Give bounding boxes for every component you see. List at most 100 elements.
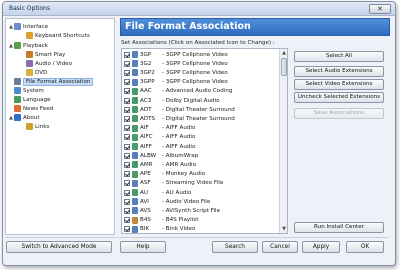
list-item[interactable]: AVS - AVISynth Script File: [122, 206, 280, 215]
select-audio-extensions-button[interactable]: Select Audio Extensions: [294, 66, 384, 77]
association-checkbox[interactable]: [124, 115, 130, 122]
list-item[interactable]: 3GPP - 3GPP Cellphone Video: [122, 78, 280, 87]
scroll-up-icon[interactable]: ▲: [280, 49, 287, 57]
tree-item-system[interactable]: System: [8, 86, 44, 95]
file-type-icon[interactable]: [132, 51, 138, 59]
close-button[interactable]: ✕: [369, 4, 391, 14]
association-checkbox[interactable]: [124, 198, 130, 205]
list-item[interactable]: AC3 - Dolby Digital Audio: [122, 96, 280, 105]
association-checkbox[interactable]: [124, 125, 130, 132]
association-checkbox[interactable]: [124, 171, 130, 178]
file-type-icon[interactable]: [132, 133, 138, 141]
list-item[interactable]: AIFC - AIFF Audio: [122, 133, 280, 142]
association-checkbox[interactable]: [124, 51, 130, 58]
association-checkbox[interactable]: [124, 60, 130, 67]
save-associations-button[interactable]: Save Associations: [294, 108, 384, 119]
association-checkbox[interactable]: [124, 207, 130, 214]
list-item[interactable]: AVI - Audio Video File: [122, 197, 280, 206]
file-type-icon[interactable]: [132, 115, 138, 123]
news-feed-icon: [14, 105, 21, 112]
file-type-icon[interactable]: [132, 198, 138, 206]
select-all-button[interactable]: Select All: [294, 51, 384, 62]
association-checkbox[interactable]: [124, 226, 130, 233]
list-item[interactable]: ALBW - AlbumWrap: [122, 151, 280, 160]
tree-item-interface[interactable]: ▲ Interface: [8, 22, 48, 31]
association-checkbox[interactable]: [124, 143, 130, 150]
list-item[interactable]: ADTS - Digital Theater Surround: [122, 114, 280, 123]
file-type-icon[interactable]: [132, 170, 138, 178]
tree-item-audio-video[interactable]: Audio / Video: [20, 59, 72, 68]
tree-item-news-feed[interactable]: News Feed: [8, 104, 53, 113]
association-checkbox[interactable]: [124, 180, 130, 187]
list-scrollbar[interactable]: ▲ ▼: [279, 49, 287, 233]
list-item[interactable]: B4S - B4S Playlist: [122, 216, 280, 225]
file-type-icon[interactable]: [132, 179, 138, 187]
association-checkbox[interactable]: [124, 79, 130, 86]
file-type-icon[interactable]: [132, 60, 138, 68]
tree-item-file-format-association[interactable]: File Format Association: [8, 77, 94, 86]
list-item[interactable]: ADT - Digital Theater Surround: [122, 105, 280, 114]
format-description: - AlbumWrap: [162, 152, 199, 159]
format-description: - B4S Playlist: [162, 217, 199, 224]
file-type-icon[interactable]: [132, 87, 138, 95]
file-type-icon[interactable]: [132, 161, 138, 169]
file-type-icon[interactable]: [132, 143, 138, 151]
help-button[interactable]: Help: [120, 241, 166, 253]
list-item[interactable]: APE - Monkey Audio: [122, 170, 280, 179]
scroll-down-icon[interactable]: ▼: [280, 225, 287, 233]
section-header: File Format Association: [120, 18, 390, 36]
tree-item-links[interactable]: Links: [20, 122, 49, 131]
file-type-icon[interactable]: [132, 97, 138, 105]
list-item[interactable]: 3GP2 - 3GPP Cellphone Video: [122, 68, 280, 77]
tree-item-keyboard-shortcuts[interactable]: Keyboard Shortcuts: [20, 31, 90, 40]
scroll-thumb[interactable]: [281, 58, 287, 76]
ok-button[interactable]: OK: [346, 241, 384, 253]
file-type-icon[interactable]: [132, 216, 138, 224]
association-checkbox[interactable]: [124, 217, 130, 224]
list-item[interactable]: AIFF - AIFF Audio: [122, 142, 280, 151]
run-install-center-button[interactable]: Run Install Center: [294, 222, 384, 233]
tree-item-label: Smart Play: [35, 51, 66, 58]
select-video-extensions-button[interactable]: Select Video Extensions: [294, 79, 384, 90]
tree-item-about[interactable]: ▲ About: [8, 113, 40, 122]
file-type-icon[interactable]: [132, 207, 138, 215]
tree-item-smart-play[interactable]: Smart Play: [20, 50, 65, 59]
list-item[interactable]: AMR - AMR Audio: [122, 160, 280, 169]
tree-item-dvd[interactable]: DVD: [20, 68, 47, 77]
extension-label: BIK: [140, 226, 150, 233]
file-type-icon[interactable]: [132, 189, 138, 197]
title-bar[interactable]: Basic Options ✕: [3, 2, 395, 16]
file-type-icon[interactable]: [132, 106, 138, 114]
association-checkbox[interactable]: [124, 88, 130, 95]
extension-label: 3GP2: [140, 69, 155, 76]
association-checkbox[interactable]: [124, 152, 130, 159]
cancel-button[interactable]: Cancel: [262, 241, 298, 253]
list-item[interactable]: 3GP - 3GPP Cellphone Video: [122, 50, 280, 59]
association-checkbox[interactable]: [124, 97, 130, 104]
tree-item-playback[interactable]: ▲ Playback: [8, 41, 48, 50]
apply-button[interactable]: Apply: [302, 241, 340, 253]
association-checkbox[interactable]: [124, 134, 130, 141]
system-icon: [14, 87, 21, 94]
list-item[interactable]: AIF - AIFF Audio: [122, 124, 280, 133]
tree-item-language[interactable]: Language: [8, 95, 51, 104]
file-type-icon[interactable]: [132, 225, 138, 233]
list-item[interactable]: BIK - Bink Video: [122, 225, 280, 233]
association-checkbox[interactable]: [124, 189, 130, 196]
switch-advanced-mode-button[interactable]: Switch to Advanced Mode: [6, 241, 112, 253]
association-checkbox[interactable]: [124, 106, 130, 113]
extension-label: AAC: [140, 88, 152, 95]
file-type-icon[interactable]: [132, 78, 138, 86]
association-checkbox[interactable]: [124, 161, 130, 168]
search-button[interactable]: Search: [212, 241, 258, 253]
file-type-icon[interactable]: [132, 69, 138, 77]
list-item[interactable]: ASF - Streaming Video File: [122, 179, 280, 188]
association-checkbox[interactable]: [124, 69, 130, 76]
list-item[interactable]: 3G2 - 3GPP Cellphone Video: [122, 59, 280, 68]
associations-label: Set Associations (Click on Associated Ic…: [121, 40, 275, 46]
uncheck-selected-extensions-button[interactable]: Uncheck Selected Extensions: [294, 92, 384, 103]
file-type-icon[interactable]: [132, 152, 138, 160]
file-type-icon[interactable]: [132, 124, 138, 132]
list-item[interactable]: AU - AU Audio: [122, 188, 280, 197]
list-item[interactable]: AAC - Advanced Audio Coding: [122, 87, 280, 96]
